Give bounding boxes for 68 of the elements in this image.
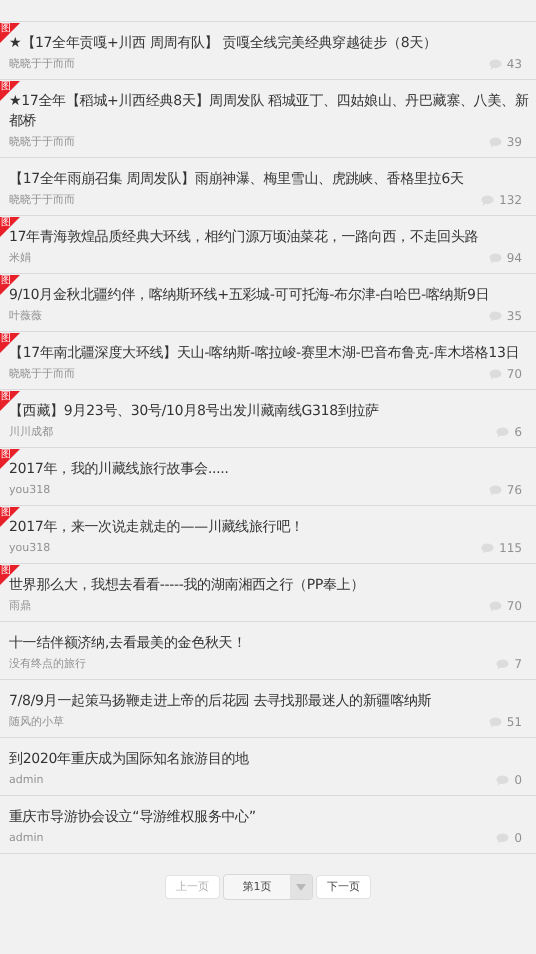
post-item[interactable]: 图 2017年，来一次说走就走的——川藏线旅行吧！ you318 115 xyxy=(0,506,536,564)
post-item[interactable]: 图 ★【17全年贡嘎+川西 周周有队】 贡嘎全线完美经典穿越徒步（8天） 晓晓于于而而 43 xyxy=(0,22,536,80)
post-item[interactable]: 7/8/9月一起策马扬鞭走进上帝的后花园 去寻找那最迷人的新疆喀纳斯 随风的小草 51 xyxy=(0,680,536,738)
post-item[interactable]: 图 世界那么大，我想去看看-----我的湖南湘西之行（PP奉上） 雨鼎 70 xyxy=(0,564,536,622)
comment-count: 39 xyxy=(506,135,522,149)
post-author: 晓晓于于而而 xyxy=(9,135,75,149)
post-title: 2017年，我的川藏线旅行故事会..... xyxy=(9,460,230,479)
comment-count: 51 xyxy=(506,715,522,729)
post-author: admin xyxy=(9,773,44,787)
post-item[interactable]: 图 【17年南北疆深度大环线】天山-喀纳斯-喀拉峻-赛里木湖-巴音布鲁克-库木塔格13日 晓晓于于而而 70 xyxy=(0,332,536,390)
picture-badge-label: 图 xyxy=(1,392,11,402)
post-item[interactable]: 重庆市导游协会设立“导游维权服务中心” admin 0 xyxy=(0,796,536,854)
post-item[interactable]: 十一结伴额济纳,去看最美的金色秋天！ 没有终点的旅行 7 xyxy=(0,622,536,680)
post-author: 没有终点的旅行 xyxy=(9,657,86,671)
post-author: 米娟 xyxy=(9,251,31,265)
picture-badge-label: 图 xyxy=(1,24,11,34)
comment-count: 70 xyxy=(506,599,522,613)
post-title: 7/8/9月一起策马扬鞭走进上帝的后花园 去寻找那最迷人的新疆喀纳斯 xyxy=(9,692,432,711)
comment-count: 0 xyxy=(514,773,522,787)
post-title: ★【17全年贡嘎+川西 周周有队】 贡嘎全线完美经典穿越徒步（8天） xyxy=(9,34,438,53)
post-item[interactable]: 图 9/10月金秋北疆约伴，喀纳斯环线+五彩城-可可托海-布尔津-白哈巴-喀纳斯9日 叶薇薇 35 xyxy=(0,274,536,332)
post-item[interactable]: 【17全年雨崩召集 周周发队】雨崩神瀑、梅里雪山、虎跳峡、香格里拉6天 晓晓于于而而 132 xyxy=(0,158,536,216)
post-item[interactable]: 图 17年青海敦煌品质经典大环线，相约门源万顷油菜花，一路向西，不走回头路 米娟 94 xyxy=(0,216,536,274)
post-item[interactable]: 图 【西藏】9月23号、30号/10月8号出发川藏南线G318到拉萨 川川成都 6 xyxy=(0,390,536,448)
picture-badge-label: 图 xyxy=(1,218,11,228)
post-author: you318 xyxy=(9,483,50,497)
picture-badge-label: 图 xyxy=(1,508,11,518)
comment-count: 43 xyxy=(506,57,522,71)
comment-count: 0 xyxy=(514,831,522,845)
post-title: ★17全年【稻城+川西经典8天】周周发队 稻城亚丁、四姑娘山、丹巴藏寨、八美、新都桥 xyxy=(9,92,530,131)
caret-icon xyxy=(296,884,306,890)
picture-badge-label: 图 xyxy=(1,276,11,286)
post-title: 【西藏】9月23号、30号/10月8号出发川藏南线G318到拉萨 xyxy=(9,402,380,421)
post-author: 雨鼎 xyxy=(9,599,31,613)
post-title: 17年青海敦煌品质经典大环线，相约门源万顷油菜花，一路向西，不走回头路 xyxy=(9,228,480,247)
comment-count: 76 xyxy=(506,483,522,497)
post-title: 2017年，来一次说走就走的——川藏线旅行吧！ xyxy=(9,518,305,537)
comment-count: 115 xyxy=(499,541,522,555)
post-item[interactable]: 到2020年重庆成为国际知名旅游目的地 admin 0 xyxy=(0,738,536,796)
comment-count: 132 xyxy=(499,193,522,207)
post-author: 叶薇薇 xyxy=(9,309,42,323)
picture-badge-label: 图 xyxy=(1,566,11,576)
comment-count: 70 xyxy=(506,367,522,381)
post-author: you318 xyxy=(9,541,50,555)
comment-count: 7 xyxy=(514,657,522,671)
page-select[interactable]: 第1页 xyxy=(223,874,313,900)
post-author: 川川成都 xyxy=(9,425,53,439)
post-author: 晓晓于于而而 xyxy=(9,57,75,71)
post-title: 重庆市导游协会设立“导游维权服务中心” xyxy=(9,808,257,827)
post-title: 世界那么大，我想去看看-----我的湖南湘西之行（PP奉上） xyxy=(9,576,366,595)
post-title: 【17年南北疆深度大环线】天山-喀纳斯-喀拉峻-赛里木湖-巴音布鲁克-库木塔格13日 xyxy=(9,344,520,363)
comment-count: 94 xyxy=(506,251,522,265)
post-title: 到2020年重庆成为国际知名旅游目的地 xyxy=(9,750,250,769)
next-page-button[interactable]: 下一页 xyxy=(316,875,371,899)
post-item[interactable]: 图 ★17全年【稻城+川西经典8天】周周发队 稻城亚丁、四姑娘山、丹巴藏寨、八美、新都桥 晓晓于于而而 39 xyxy=(0,80,536,158)
picture-badge-label: 图 xyxy=(1,450,11,460)
post-title: 十一结伴额济纳,去看最美的金色秋天！ xyxy=(9,634,248,653)
comment-count: 35 xyxy=(506,309,522,323)
post-author: 晓晓于于而而 xyxy=(9,367,75,381)
post-title: 【17全年雨崩召集 周周发队】雨崩神瀑、梅里雪山、虎跳峡、香格里拉6天 xyxy=(9,170,465,189)
comment-count: 6 xyxy=(514,425,522,439)
picture-badge-label: 图 xyxy=(1,334,11,344)
post-author: 晓晓于于而而 xyxy=(9,193,75,207)
post-author: admin xyxy=(9,831,44,845)
picture-badge-label: 图 xyxy=(1,82,11,92)
post-title: 9/10月金秋北疆约伴，喀纳斯环线+五彩城-可可托海-布尔津-白哈巴-喀纳斯9日 xyxy=(9,286,490,305)
post-author: 随风的小草 xyxy=(9,715,64,729)
post-item[interactable]: 图 2017年，我的川藏线旅行故事会..... you318 76 xyxy=(0,448,536,506)
